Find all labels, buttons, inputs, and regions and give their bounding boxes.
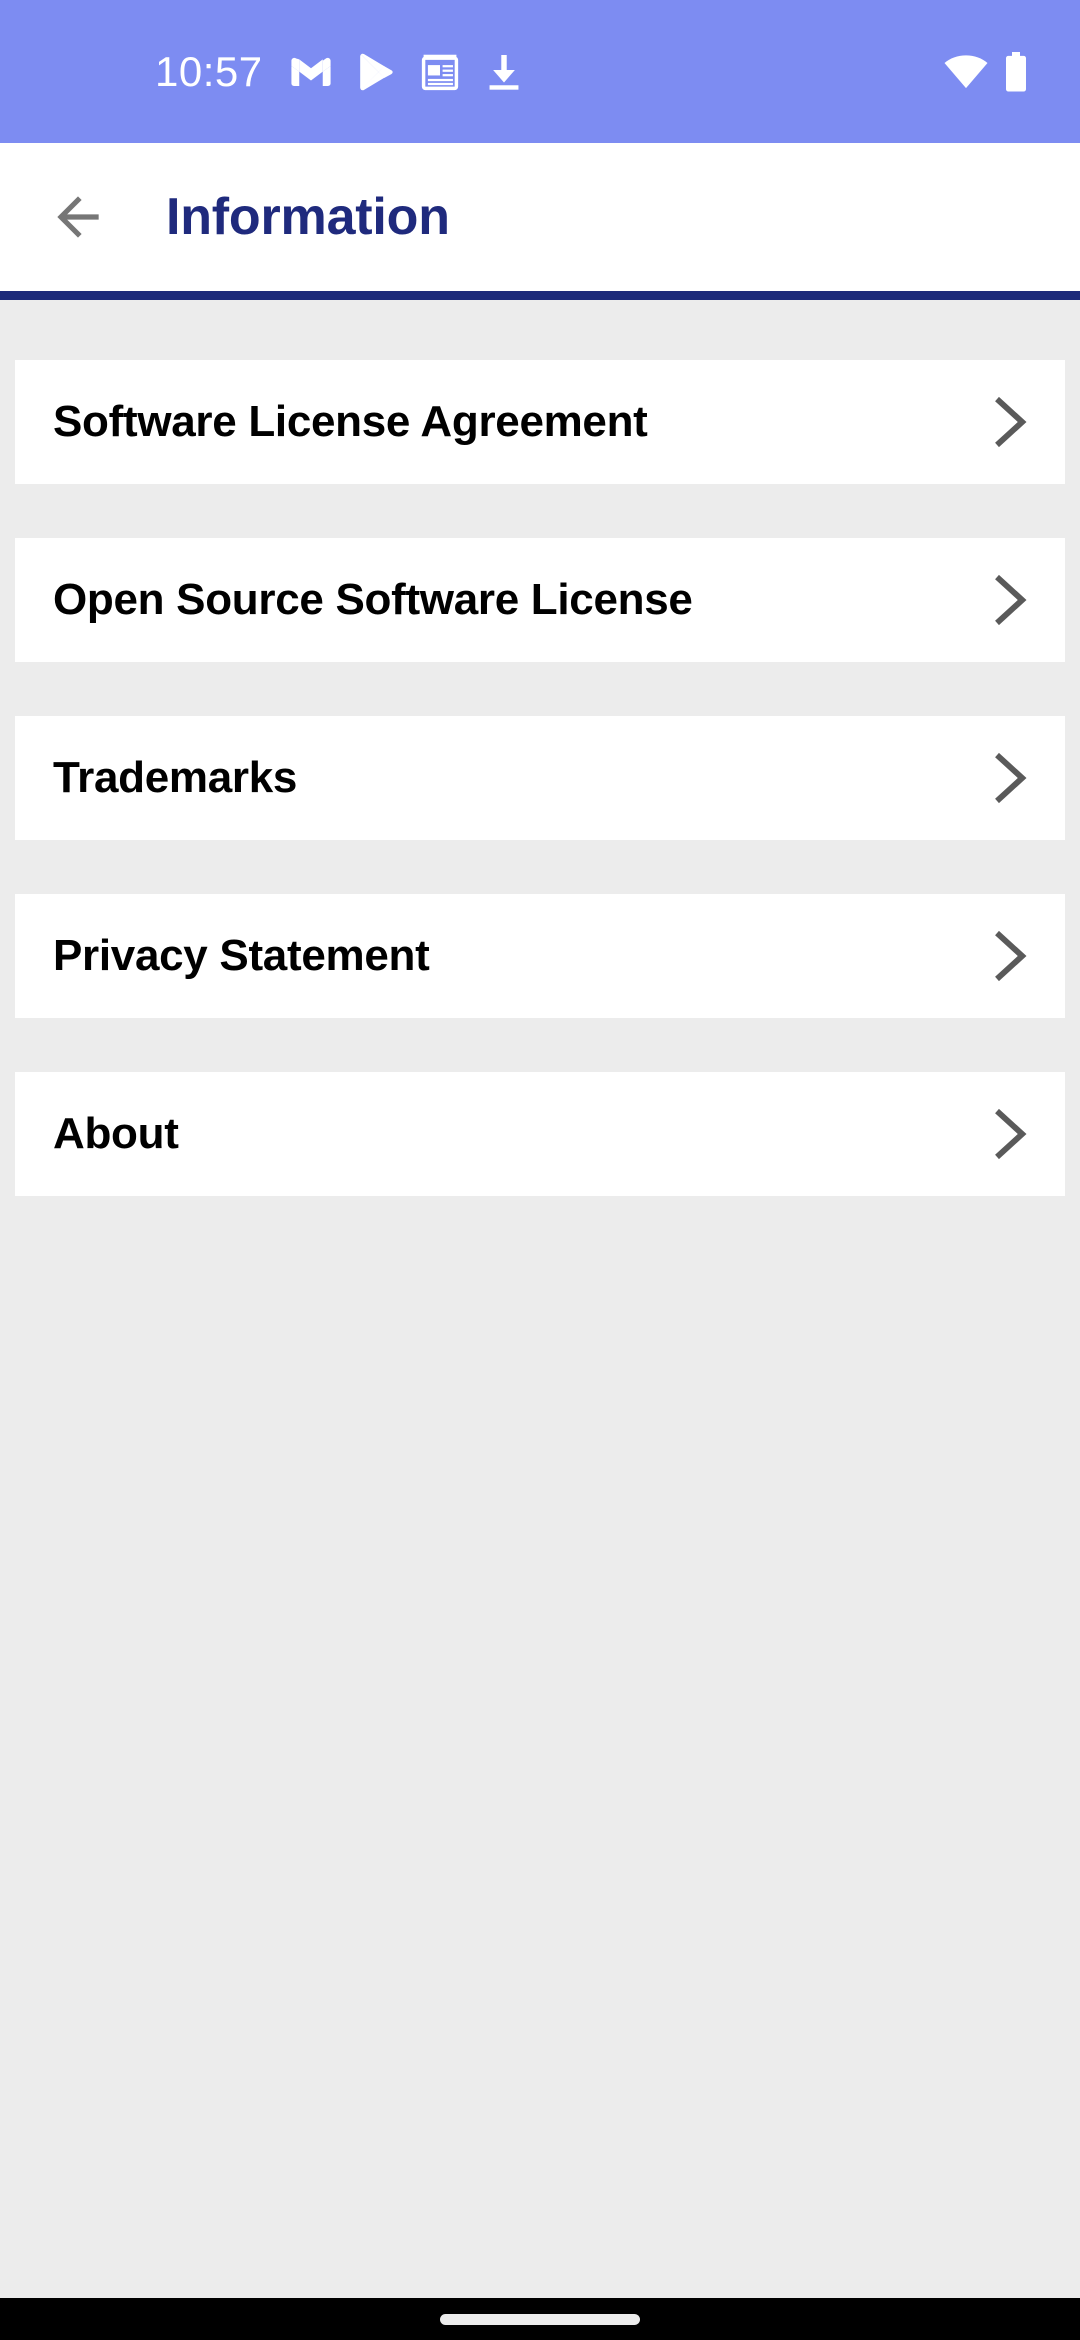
wifi-icon (944, 54, 988, 88)
battery-icon (1006, 51, 1026, 91)
list-item-label: About (53, 1109, 179, 1158)
status-bar-left-group: 10:57 (155, 47, 521, 95)
status-bar-right-group (944, 51, 1028, 92)
list-item-about[interactable]: About (15, 1072, 1065, 1196)
list-item-open-source-software-license[interactable]: Open Source Software License (15, 538, 1065, 662)
list-item-privacy-statement[interactable]: Privacy Statement (15, 894, 1065, 1018)
google-play-icon (359, 53, 393, 90)
news-icon (421, 54, 458, 90)
list-item-trademarks[interactable]: Trademarks (15, 716, 1065, 840)
list-item-label: Trademarks (53, 753, 298, 802)
list-item-software-license-agreement[interactable]: Software License Agreement (15, 360, 1065, 484)
chevron-right-icon (995, 396, 1027, 448)
list-item-label: Privacy Statement (53, 931, 430, 980)
download-icon (489, 54, 519, 90)
chevron-right-icon (995, 752, 1027, 804)
app-bar: Information (0, 143, 1080, 291)
back-button[interactable] (30, 169, 126, 265)
status-bar: 10:57 (0, 0, 1080, 143)
gmail-icon (291, 57, 331, 87)
app-bar-underline (0, 291, 1080, 300)
list-item-label: Open Source Software License (53, 575, 693, 624)
back-arrow-icon (57, 196, 99, 238)
list-item-label: Software License Agreement (53, 397, 648, 446)
chevron-right-icon (995, 574, 1027, 626)
chevron-right-icon (995, 1108, 1027, 1160)
home-gesture-pill[interactable] (440, 2313, 640, 2325)
page-title: Information (166, 188, 450, 246)
phone-screen: 10:57 Information Software License Agree… (0, 0, 1080, 2340)
information-list: Software License Agreement Open Source S… (0, 300, 1080, 2298)
system-navigation-bar (0, 2298, 1080, 2340)
chevron-right-icon (995, 930, 1027, 982)
status-bar-clock: 10:57 (155, 47, 263, 95)
